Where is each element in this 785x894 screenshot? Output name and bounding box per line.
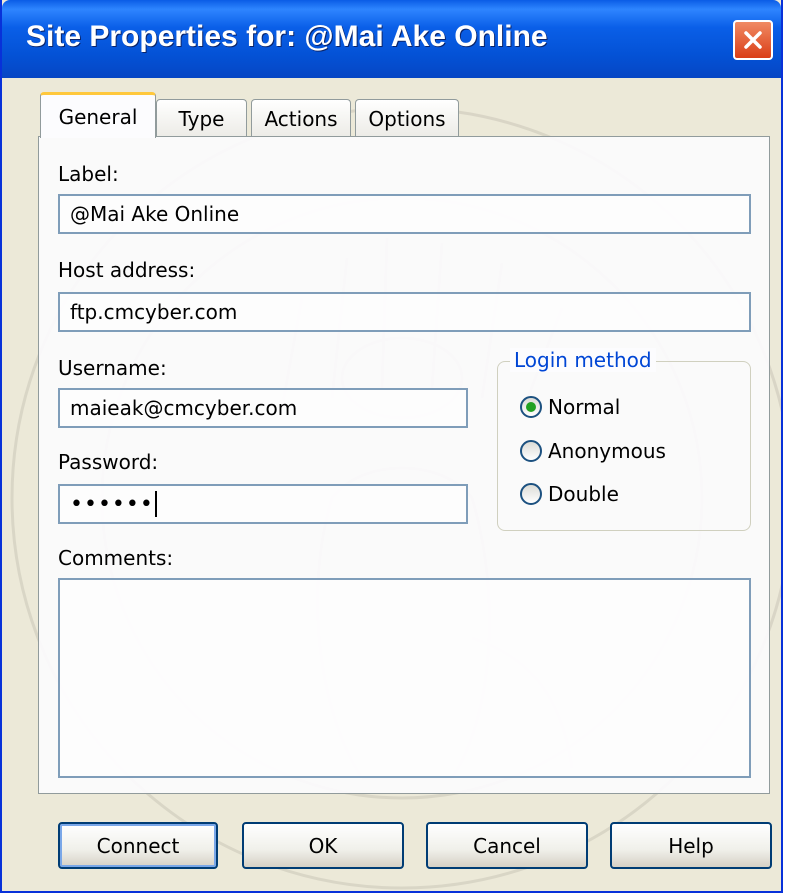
login-method-group: Login method Normal Anonymous Double — [497, 348, 751, 531]
label-caption: Label: — [58, 162, 119, 186]
tab-general-label: General — [58, 104, 138, 129]
radio-anonymous-label: Anonymous — [548, 439, 666, 463]
password-caption: Password: — [58, 450, 159, 474]
tab-type[interactable]: Type — [156, 99, 247, 137]
radio-normal[interactable]: Normal — [520, 395, 620, 419]
radio-normal-indicator — [520, 396, 542, 418]
cancel-button-label: Cancel — [473, 833, 541, 858]
close-icon — [744, 31, 762, 49]
dialog-client-area: General Type Actions Options Label: @Mai… — [2, 78, 781, 891]
comments-textarea[interactable] — [58, 578, 751, 778]
connect-button[interactable]: Connect — [58, 822, 218, 869]
title-bar[interactable]: Site Properties for: @Mai Ake Online — [2, 0, 781, 78]
text-caret — [154, 491, 157, 517]
host-address-field[interactable]: ftp.cmcyber.com — [58, 292, 751, 332]
radio-double[interactable]: Double — [520, 482, 619, 506]
label-field[interactable]: @Mai Ake Online — [58, 194, 751, 234]
host-address-caption: Host address: — [58, 258, 196, 282]
radio-anonymous[interactable]: Anonymous — [520, 439, 666, 463]
host-address-value: ftp.cmcyber.com — [70, 300, 238, 324]
tab-actions-label: Actions — [264, 106, 338, 131]
comments-caption: Comments: — [58, 546, 174, 570]
tab-actions[interactable]: Actions — [251, 99, 351, 137]
radio-anonymous-indicator — [520, 440, 542, 462]
radio-double-label: Double — [548, 482, 619, 506]
password-masked-value: •••••• — [70, 491, 154, 517]
label-field-value: @Mai Ake Online — [70, 202, 240, 226]
site-properties-dialog: Site Properties for: @Mai Ake Online Gen… — [0, 0, 783, 893]
window-title: Site Properties for: @Mai Ake Online — [26, 20, 548, 53]
radio-selected-dot — [526, 402, 536, 412]
cancel-button[interactable]: Cancel — [426, 822, 588, 869]
help-button[interactable]: Help — [610, 822, 772, 869]
close-button[interactable] — [733, 20, 773, 60]
tab-general[interactable]: General — [40, 92, 156, 138]
radio-normal-label: Normal — [548, 395, 621, 419]
tab-options[interactable]: Options — [355, 99, 459, 137]
radio-double-indicator — [520, 483, 542, 505]
ok-button[interactable]: OK — [242, 822, 404, 869]
ok-button-label: OK — [308, 833, 338, 858]
username-value: maieak@cmcyber.com — [70, 396, 298, 420]
connect-button-label: Connect — [96, 833, 180, 858]
tab-options-label: Options — [368, 106, 446, 131]
help-button-label: Help — [668, 833, 714, 858]
tab-type-label: Type — [178, 106, 225, 131]
password-field[interactable]: •••••• — [58, 484, 468, 524]
username-caption: Username: — [58, 356, 167, 380]
username-field[interactable]: maieak@cmcyber.com — [58, 388, 468, 428]
login-method-title: Login method — [510, 348, 656, 372]
